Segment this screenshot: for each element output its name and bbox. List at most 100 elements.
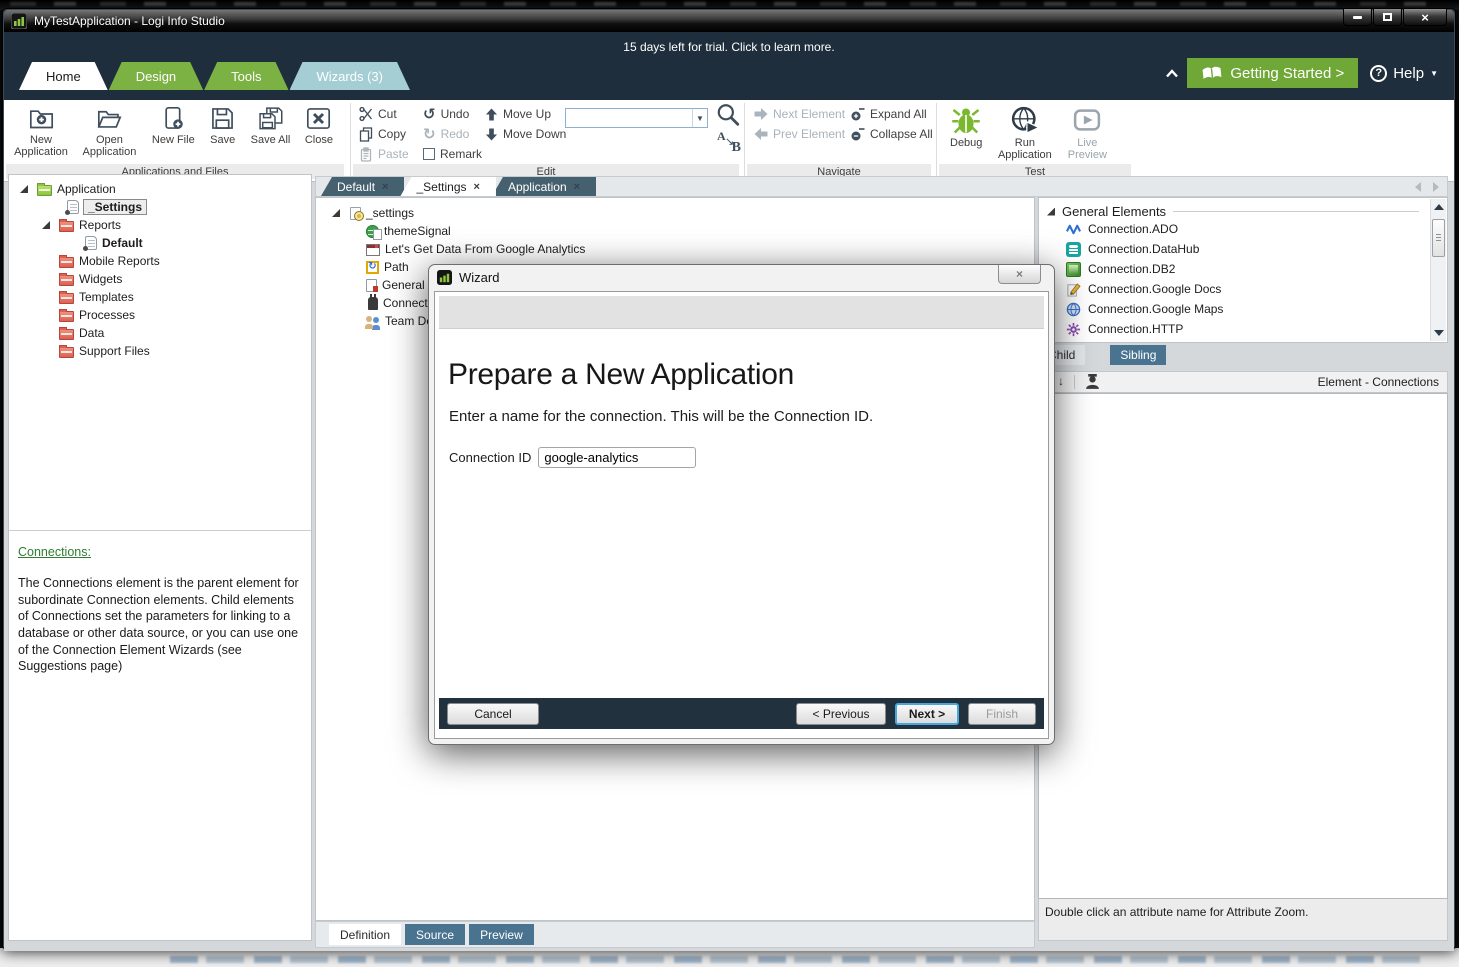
- wizard-titlebar[interactable]: Wizard: [429, 265, 1054, 290]
- tree-item-label: Widgets: [79, 272, 123, 286]
- elements-header[interactable]: General Elements: [1039, 198, 1447, 219]
- close-file-button[interactable]: Close: [300, 102, 338, 146]
- tree-item-widgets[interactable]: Widgets: [9, 270, 311, 288]
- prev-element-button[interactable]: Prev Element: [754, 124, 845, 144]
- scrollbar-thumb[interactable]: [1432, 219, 1445, 257]
- tab-source[interactable]: Source: [405, 924, 466, 945]
- scroll-up-icon[interactable]: [1434, 204, 1444, 210]
- tab-preview[interactable]: Preview: [469, 924, 534, 945]
- new-application-button[interactable]: New Application: [10, 102, 72, 159]
- element-item-google-docs[interactable]: Connection.Google Docs: [1039, 279, 1447, 299]
- previous-button[interactable]: < Previous: [796, 702, 886, 725]
- next-button[interactable]: Next >: [895, 702, 959, 725]
- redo-button[interactable]: ↻ Redo: [423, 124, 482, 144]
- tree-item-processes[interactable]: Processes: [9, 306, 311, 324]
- remark-checkbox[interactable]: Remark: [423, 144, 482, 164]
- tree-item-mobile-reports[interactable]: Mobile Reports: [9, 252, 311, 270]
- scroll-left-icon[interactable]: [1415, 182, 1421, 192]
- element-item-google-maps[interactable]: Connection.Google Maps: [1039, 299, 1447, 319]
- tree-item-settings[interactable]: _Settings: [9, 198, 311, 216]
- tree-item-templates[interactable]: Templates: [9, 288, 311, 306]
- element-item-ado[interactable]: Connection.ADO: [1039, 219, 1447, 239]
- replace-button[interactable]: A ↘ B: [717, 129, 743, 155]
- maximize-button[interactable]: [1373, 9, 1402, 26]
- expand-all-icon: [851, 108, 865, 121]
- expand-all-label: Expand All: [870, 107, 927, 121]
- tree-item-google-analytics[interactable]: Let's Get Data From Google Analytics: [316, 240, 1034, 258]
- expander-icon[interactable]: [332, 209, 340, 217]
- minimize-button[interactable]: [1343, 9, 1372, 26]
- debug-button[interactable]: Debug: [945, 102, 987, 149]
- tab-tools[interactable]: Tools: [204, 62, 288, 90]
- move-down-button[interactable]: Move Down: [485, 124, 566, 144]
- element-item-datahub[interactable]: Connection.DataHub: [1039, 239, 1447, 259]
- combo-dropdown-icon[interactable]: ▼: [692, 109, 707, 127]
- tree-item-reports[interactable]: Reports: [9, 216, 311, 234]
- close-icon: ×: [1421, 9, 1429, 25]
- cut-button[interactable]: Cut: [359, 104, 409, 124]
- expander-icon[interactable]: [42, 221, 50, 229]
- settings-document-icon: [350, 206, 364, 221]
- attribute-panel-title: Element - Connections: [1317, 375, 1439, 389]
- save-label: Save: [210, 134, 236, 146]
- document-icon: [83, 236, 97, 251]
- tree-item-settings-root[interactable]: _settings: [316, 204, 1034, 222]
- scroll-right-icon[interactable]: [1433, 182, 1439, 192]
- tab-close-icon[interactable]: ×: [574, 181, 580, 193]
- collapse-all-button[interactable]: Collapse All: [851, 124, 933, 144]
- move-up-button[interactable]: Move Up: [485, 104, 566, 124]
- expander-icon[interactable]: [1047, 207, 1055, 216]
- doc-tab-default[interactable]: Default ×: [321, 177, 405, 196]
- cancel-button[interactable]: Cancel: [447, 702, 539, 725]
- expander-icon[interactable]: [20, 185, 28, 193]
- getting-started-button[interactable]: Getting Started >: [1187, 58, 1359, 88]
- open-application-button[interactable]: Open Application: [76, 102, 142, 159]
- http-gear-icon: [1066, 322, 1081, 336]
- save-button[interactable]: Save: [204, 102, 241, 146]
- close-file-label: Close: [304, 134, 333, 146]
- tree-item-default[interactable]: Default: [9, 234, 311, 252]
- live-preview-button[interactable]: Live Preview: [1062, 102, 1112, 162]
- run-application-button[interactable]: Run Application: [992, 102, 1058, 162]
- doc-tab-label: _Settings: [416, 179, 467, 194]
- expand-all-button[interactable]: Expand All: [851, 104, 933, 124]
- tree-item-data[interactable]: Data: [9, 324, 311, 342]
- new-file-button[interactable]: New File: [147, 102, 200, 146]
- tab-wizards[interactable]: Wizards (3): [290, 62, 410, 90]
- tab-close-icon[interactable]: ×: [382, 181, 388, 193]
- scroll-down-icon[interactable]: [1434, 330, 1444, 336]
- group-edit: Cut Copy Paste ↺ Undo ↻ Redo Remark Move…: [351, 100, 743, 181]
- tab-definition[interactable]: Definition: [329, 924, 402, 945]
- copy-button[interactable]: Copy: [359, 124, 409, 144]
- finish-button[interactable]: Finish: [968, 702, 1036, 725]
- paste-button[interactable]: Paste: [359, 144, 409, 164]
- help-icon: ?: [1370, 64, 1388, 82]
- collapse-ribbon-button[interactable]: [1159, 59, 1185, 87]
- attribute-grid[interactable]: [1038, 393, 1448, 899]
- help-title-link[interactable]: Connections:: [18, 545, 306, 559]
- tab-close-icon[interactable]: ×: [474, 181, 480, 193]
- help-caret-icon: ▼: [1430, 68, 1438, 78]
- close-button[interactable]: ×: [1403, 9, 1447, 26]
- doc-tab-application[interactable]: Application ×: [491, 177, 597, 196]
- tree-item-themesignal[interactable]: themeSignal: [316, 222, 1034, 240]
- undo-button[interactable]: ↺ Undo: [423, 104, 482, 124]
- wizard-close-button[interactable]: ×: [998, 265, 1041, 284]
- collapse-all-label: Collapse All: [870, 127, 933, 141]
- attribute-agent-icon[interactable]: [1085, 374, 1100, 390]
- search-input[interactable]: [566, 109, 692, 127]
- element-item-http[interactable]: Connection.HTTP: [1039, 319, 1447, 339]
- help-button[interactable]: ? Help ▼: [1360, 58, 1448, 88]
- element-item-db2[interactable]: Connection.DB2: [1039, 259, 1447, 279]
- tab-sibling[interactable]: Sibling: [1110, 345, 1167, 365]
- doc-tab-settings[interactable]: _Settings ×: [400, 177, 496, 196]
- tree-item-application[interactable]: Application: [9, 180, 311, 198]
- next-element-button[interactable]: Next Element: [754, 104, 845, 124]
- elements-scrollbar[interactable]: [1430, 199, 1446, 341]
- tab-design[interactable]: Design: [109, 62, 203, 90]
- wizard-heading: Prepare a New Application: [448, 358, 795, 391]
- tree-item-support-files[interactable]: Support Files: [9, 342, 311, 360]
- save-all-button[interactable]: Save All: [246, 102, 296, 146]
- connection-id-input[interactable]: [538, 447, 697, 468]
- tab-home[interactable]: Home: [19, 62, 108, 90]
